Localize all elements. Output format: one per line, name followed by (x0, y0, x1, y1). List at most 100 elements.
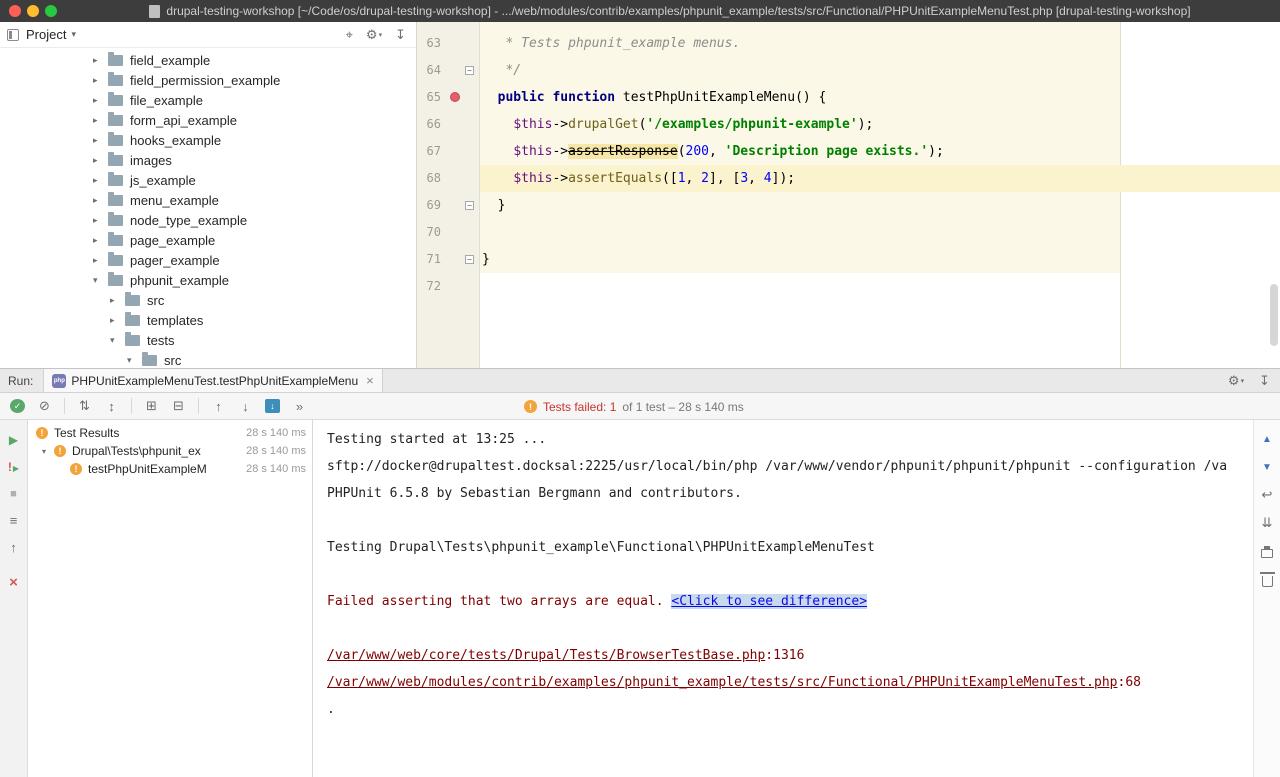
scroll-to-end-icon[interactable]: ⇊ (1262, 516, 1273, 530)
chevron-down-icon[interactable]: ▾ (71, 29, 76, 40)
code-line-67[interactable]: $this->assertResponse(200, 'Description … (480, 138, 1280, 165)
clear-console-icon[interactable] (1262, 572, 1273, 586)
code-line-65[interactable]: public function testPhpUnitExampleMenu()… (480, 84, 1280, 111)
project-item-hooks_example[interactable]: ▸hooks_example (0, 130, 416, 150)
code-line-70[interactable] (480, 219, 1280, 246)
code-line-66[interactable]: $this->drupalGet('/examples/phpunit-exam… (480, 111, 1280, 138)
more-actions-icon[interactable]: » (292, 399, 307, 414)
print-icon[interactable] (1261, 544, 1273, 558)
test-tree-item[interactable]: !testPhpUnitExampleM28 s 140 ms (28, 460, 312, 478)
chevron-collapsed-icon[interactable]: ▸ (93, 135, 105, 146)
code-line-64[interactable]: */ (480, 57, 1280, 84)
test-duration: 28 s 140 ms (246, 427, 306, 439)
test-name: Test Results (54, 426, 119, 440)
sort-alphabetically-icon[interactable]: ⇅ (77, 398, 92, 414)
file-link[interactable]: /var/www/web/modules/contrib/examples/ph… (327, 675, 1118, 690)
down-stacktrace-icon[interactable]: ▼ (1262, 460, 1272, 474)
project-item-file_example[interactable]: ▸file_example (0, 90, 416, 110)
file-link[interactable]: /var/www/web/core/tests/Drupal/Tests/Bro… (327, 648, 765, 663)
project-tool-window-icon[interactable] (7, 29, 19, 41)
chevron-collapsed-icon[interactable]: ▸ (93, 175, 105, 186)
code-line-68[interactable]: $this->assertEquals([1, 2], [3, 4]); (480, 165, 1280, 192)
diff-link[interactable]: <Click to see difference> (671, 594, 867, 609)
rerun-tests-button[interactable]: ▶ (0, 426, 27, 453)
next-failed-test-icon[interactable]: ↓ (238, 399, 253, 414)
failed-test-gutter-icon[interactable] (450, 92, 460, 102)
close-window-button[interactable] (9, 5, 21, 17)
project-panel: Project ▾ ⌖ ⚙▾ ↧ ▸field_example▸field_pe… (0, 22, 417, 368)
folder-icon (125, 315, 140, 326)
collapse-all-icon[interactable]: ⊟ (171, 398, 186, 414)
run-toolbar: ✓ ⊘ ⇅ ↕ ⊞ ⊟ ↑ ↓ ↓ » ! Tests failed: 1 of… (0, 393, 1280, 420)
fold-icon[interactable]: − (465, 201, 474, 210)
close-tab-icon[interactable]: × (366, 373, 374, 388)
up-stacktrace-icon[interactable]: ▲ (1262, 432, 1272, 446)
sort-by-duration-icon[interactable]: ↕ (104, 399, 119, 414)
project-item-label: phpunit_example (130, 273, 229, 288)
minimize-window-button[interactable] (27, 5, 39, 17)
project-item-phpunit_example[interactable]: ▾ phpunit_example (0, 270, 416, 290)
test-history-icon[interactable]: ≡ (0, 507, 27, 534)
show-ignored-icon[interactable]: ⊘ (37, 398, 52, 414)
chevron-collapsed-icon[interactable]: ▸ (93, 95, 105, 106)
fold-icon[interactable]: − (465, 255, 474, 264)
project-item-node_type_example[interactable]: ▸node_type_example (0, 210, 416, 230)
expand-all-icon[interactable]: ⊞ (144, 398, 159, 414)
close-run-panel-button[interactable]: × (0, 569, 27, 596)
project-item-menu_example[interactable]: ▸menu_example (0, 190, 416, 210)
chevron-collapsed-icon[interactable]: ▸ (93, 75, 105, 86)
chevron-collapsed-icon[interactable]: ▸ (93, 255, 105, 266)
run-tab[interactable]: php PHPUnitExampleMenuTest.testPhpUnitEx… (43, 369, 382, 392)
project-item-images[interactable]: ▸images (0, 150, 416, 170)
soft-wrap-icon[interactable]: ↩ (1262, 488, 1273, 502)
chevron-collapsed-icon[interactable]: ▸ (93, 235, 105, 246)
project-item-field_permission_example[interactable]: ▸field_permission_example (0, 70, 416, 90)
editor[interactable]: 6364−6566676869−7071−72 * Tests phpunit_… (417, 22, 1280, 368)
project-panel-title[interactable]: Project (26, 27, 66, 42)
import-test-results-icon[interactable]: ↓ (265, 399, 280, 413)
rerun-failed-tests-button[interactable]: !▶ (0, 453, 27, 480)
chevron-expanded-icon[interactable]: ▾ (42, 447, 54, 456)
code-line-72[interactable] (480, 273, 1280, 300)
chevron-collapsed-icon[interactable]: ▸ (110, 295, 122, 306)
project-item-form_api_example[interactable]: ▸form_api_example (0, 110, 416, 130)
chevron-collapsed-icon[interactable]: ▸ (93, 155, 105, 166)
test-tree-item[interactable]: !Test Results28 s 140 ms (28, 424, 312, 442)
code-line-63[interactable]: * Tests phpunit_example menus. (480, 30, 1280, 57)
gear-icon[interactable]: ⚙▾ (366, 27, 382, 43)
previous-failed-test-icon[interactable]: ↑ (211, 399, 226, 414)
zoom-window-button[interactable] (45, 5, 57, 17)
export-test-results-icon[interactable]: ↑ (0, 534, 27, 561)
stop-button[interactable]: ■ (0, 480, 27, 507)
project-item-src[interactable]: ▸src (0, 290, 416, 310)
editor-code-area[interactable]: * Tests phpunit_example menus. */ public… (480, 22, 1280, 368)
locate-file-icon[interactable]: ⌖ (346, 27, 353, 43)
hide-panel-icon[interactable]: ↧ (395, 27, 406, 43)
code-line-71[interactable]: } (480, 246, 1280, 273)
project-item-page_example[interactable]: ▸page_example (0, 230, 416, 250)
project-item-templates[interactable]: ▸templates (0, 310, 416, 330)
folder-icon (108, 55, 123, 66)
project-item-src[interactable]: ▾src (0, 350, 416, 368)
chevron-collapsed-icon[interactable]: ▸ (110, 315, 122, 326)
chevron-expanded-icon[interactable]: ▾ (93, 275, 105, 286)
project-item-field_example[interactable]: ▸field_example (0, 50, 416, 70)
code-line-69[interactable]: } (480, 192, 1280, 219)
project-item-pager_example[interactable]: ▸pager_example (0, 250, 416, 270)
test-tree-item[interactable]: ▾!Drupal\Tests\phpunit_ex28 s 140 ms (28, 442, 312, 460)
fold-icon[interactable]: − (465, 66, 474, 75)
window-title: drupal-testing-workshop [~/Code/os/drupa… (166, 4, 1190, 18)
show-passed-icon[interactable]: ✓ (10, 399, 25, 413)
chevron-expanded-icon[interactable]: ▾ (110, 335, 122, 346)
chevron-expanded-icon[interactable]: ▾ (127, 355, 139, 366)
project-item-tests[interactable]: ▾tests (0, 330, 416, 350)
hide-run-panel-icon[interactable]: ↧ (1259, 373, 1270, 389)
settings-gear-icon[interactable]: ⚙▾ (1228, 373, 1244, 389)
chevron-collapsed-icon[interactable]: ▸ (93, 195, 105, 206)
console-line: Testing started at 13:25 ... (327, 426, 1253, 453)
gutter-row: 67 (417, 138, 479, 165)
chevron-collapsed-icon[interactable]: ▸ (93, 55, 105, 66)
chevron-collapsed-icon[interactable]: ▸ (93, 115, 105, 126)
chevron-collapsed-icon[interactable]: ▸ (93, 215, 105, 226)
project-item-js_example[interactable]: ▸js_example (0, 170, 416, 190)
